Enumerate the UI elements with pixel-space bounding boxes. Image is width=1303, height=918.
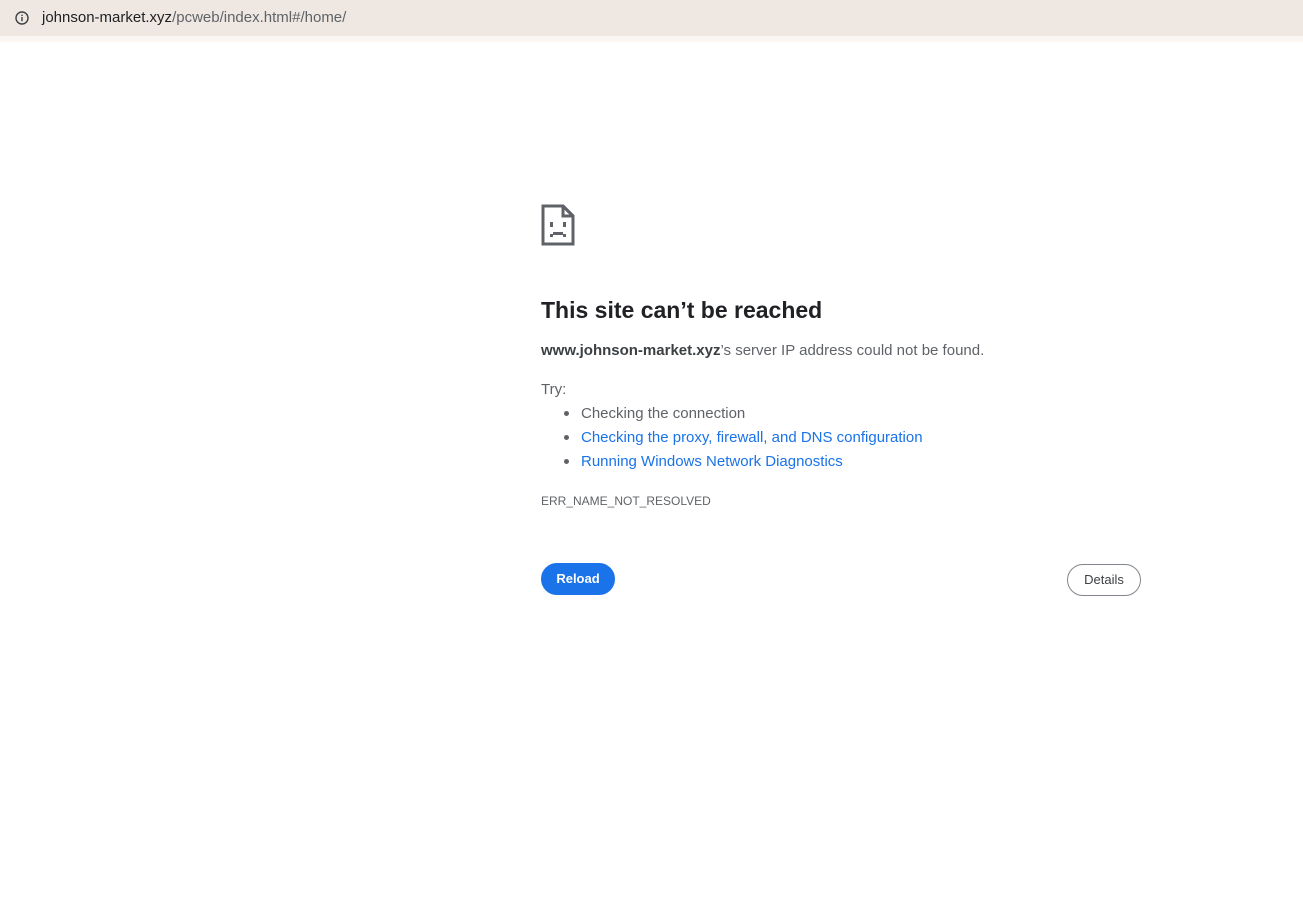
suggestion-network-diagnostics-link[interactable]: Running Windows Network Diagnostics xyxy=(581,453,843,470)
address-bar[interactable]: johnson-market.xyz/pcweb/index.html#/hom… xyxy=(0,0,1303,42)
list-item: Checking the proxy, firewall, and DNS co… xyxy=(541,428,923,452)
list-item: Checking the connection xyxy=(541,404,923,428)
bullet-icon xyxy=(564,435,569,440)
error-summary: www.johnson-market.xyz’s server IP addre… xyxy=(541,341,984,361)
page-title: This site can’t be reached xyxy=(541,297,823,323)
bullet-icon xyxy=(564,411,569,416)
reload-button[interactable]: Reload xyxy=(541,563,615,595)
url-path: /pcweb/index.html#/home/ xyxy=(172,9,347,26)
url-host: johnson-market.xyz xyxy=(42,9,173,26)
try-label: Try: xyxy=(541,381,567,398)
suggestion-proxy-firewall-link[interactable]: Checking the proxy, firewall, and DNS co… xyxy=(581,429,923,446)
failed-domain: www.johnson-market.xyz xyxy=(541,342,721,359)
details-button[interactable]: Details xyxy=(1067,564,1141,596)
url-text[interactable]: johnson-market.xyz/pcweb/index.html#/hom… xyxy=(42,8,346,28)
site-info-icon[interactable] xyxy=(10,6,34,30)
list-item: Running Windows Network Diagnostics xyxy=(541,452,923,476)
summary-text: ’s server IP address could not be found. xyxy=(720,342,985,359)
error-code: ERR_NAME_NOT_RESOLVED xyxy=(541,494,711,508)
suggestion-check-connection: Checking the connection xyxy=(581,405,746,422)
bullet-icon xyxy=(564,459,569,464)
sad-document-icon xyxy=(541,204,575,246)
suggestions-list: Checking the connection Checking the pro… xyxy=(541,404,923,476)
